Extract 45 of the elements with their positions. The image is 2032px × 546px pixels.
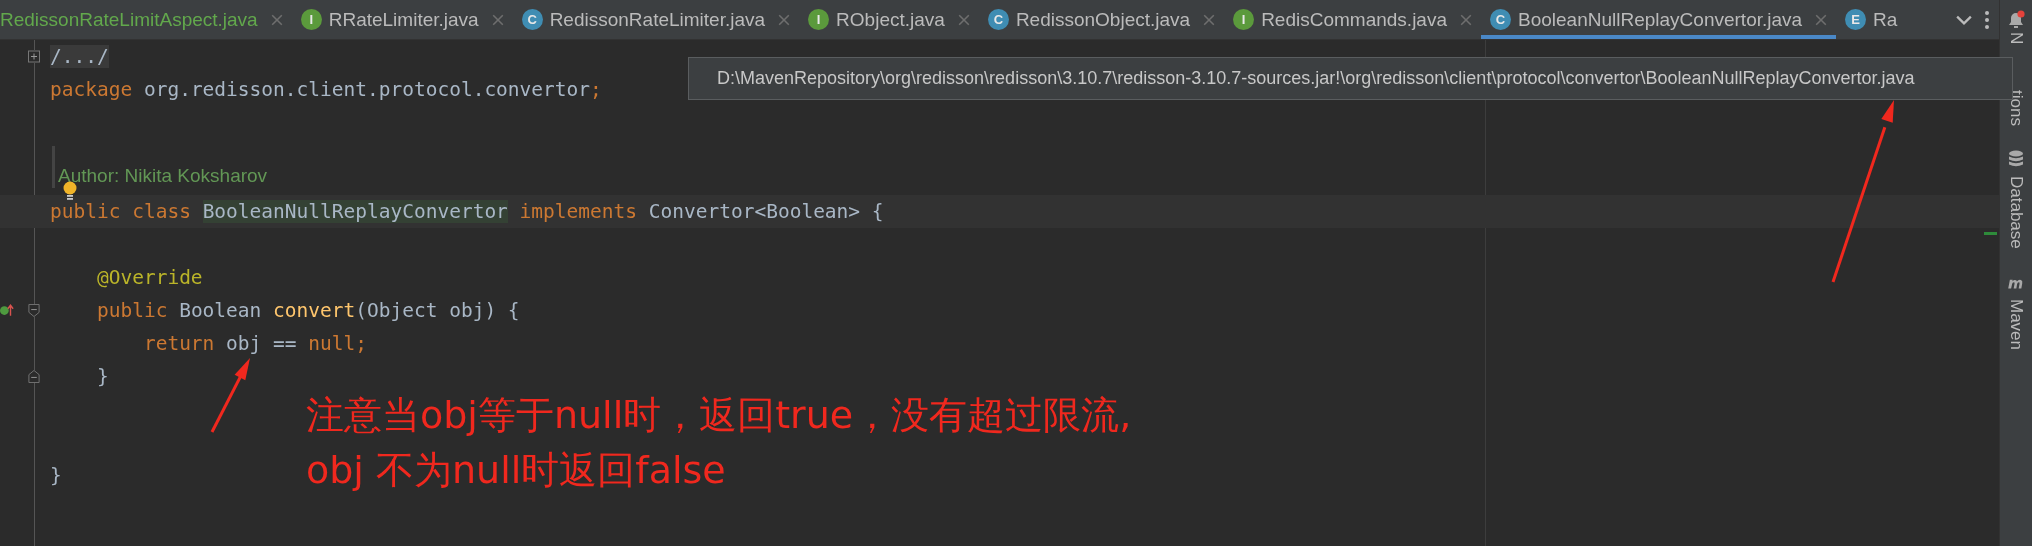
code-line: public class BooleanNullReplayConvertor implements Convertor<Boolean> { <box>50 200 884 223</box>
code-line: @Override <box>96 266 203 289</box>
editor-tab[interactable]: C RedissonObject.java <box>978 0 1225 39</box>
editor-tab[interactable]: I RedisCommands.java <box>1224 0 1481 39</box>
more-icon[interactable] <box>1984 9 1990 30</box>
file-type-icon: C <box>1490 9 1511 30</box>
code-line: } <box>50 464 62 487</box>
bell-icon[interactable] <box>2006 10 2026 30</box>
file-type-icon: C <box>987 9 1009 30</box>
editor-tab[interactable]: I RObject.java <box>799 0 979 39</box>
close-icon[interactable] <box>1203 13 1216 26</box>
code-line: public Boolean convert(Object obj) { <box>96 299 520 322</box>
editor-tab[interactable]: I RRateLimiter.java <box>291 0 513 39</box>
code-line: return obj == null; <box>143 332 367 355</box>
chevron-down-icon[interactable] <box>1956 13 1972 26</box>
close-icon[interactable] <box>778 13 791 26</box>
file-type-icon: E <box>1845 9 1867 30</box>
fold-icon[interactable] <box>28 370 40 383</box>
close-icon[interactable] <box>491 13 504 26</box>
override-icon[interactable] <box>0 304 14 317</box>
close-icon[interactable] <box>1815 13 1828 26</box>
tool-window-label[interactable]: N <box>2006 32 2026 45</box>
file-type-icon: I <box>1233 9 1255 30</box>
close-icon[interactable] <box>957 13 970 26</box>
file-type-icon: I <box>300 9 322 30</box>
annotation-text: 注意当obj等于null时，返回true，没有超过限流, <box>306 392 1132 439</box>
close-icon[interactable] <box>270 13 283 26</box>
doc-comment: Author: Nikita Koksharov <box>58 165 268 187</box>
scroll-marker <box>1984 232 1997 235</box>
annotation-text: obj 不为null时返回false <box>306 447 727 494</box>
code-line: package org.redisson.client.protocol.convertor; <box>50 78 602 101</box>
editor-tab[interactable]: C BooleanNullReplayConvertor.java <box>1481 0 1837 39</box>
editor-tab[interactable]: E Ra <box>1836 0 1907 39</box>
code-line: } <box>96 365 109 388</box>
file-type-icon: C <box>521 9 543 30</box>
editor-tab[interactable]: RedissonRateLimitAspect.java <box>0 0 292 39</box>
fold-icon[interactable] <box>28 50 40 63</box>
fold-icon[interactable] <box>28 304 40 317</box>
file-type-icon: I <box>808 9 830 30</box>
lightbulb-icon[interactable] <box>63 181 77 201</box>
tool-window-label[interactable]: Maven <box>2006 299 2026 350</box>
close-icon[interactable] <box>1460 13 1472 26</box>
editor-tab[interactable]: C RedissonRateLimiter.java <box>512 0 800 39</box>
tool-window-label[interactable]: Database <box>2006 176 2026 249</box>
file-path-tooltip: D:\MavenRepository\org\redisson\redisson\3.10.7\redisson-3.10.7-sources.jar!\org\redisson\client\protocol\convertor\BooleanNullReplayConvertor.java <box>688 57 2013 100</box>
